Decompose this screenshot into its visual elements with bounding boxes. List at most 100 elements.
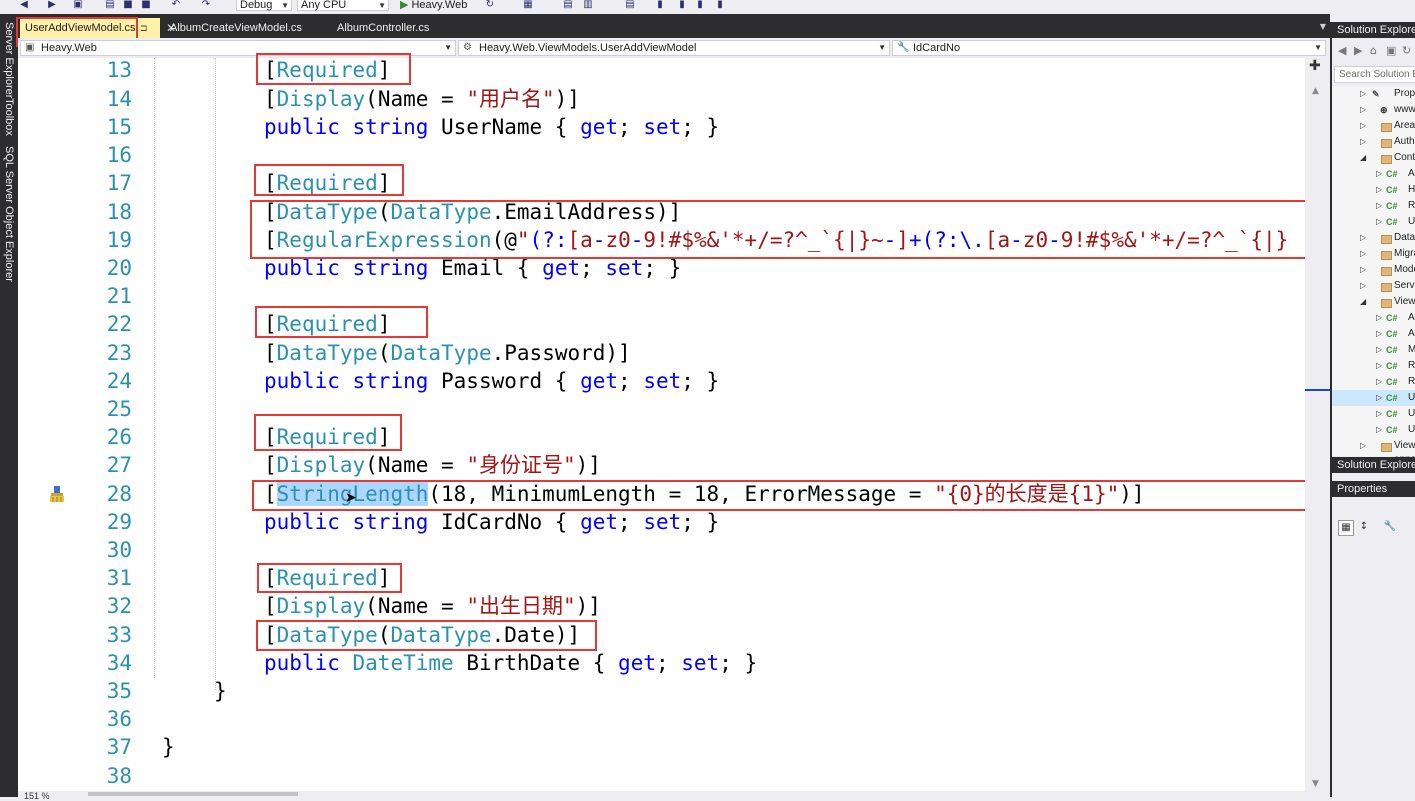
expand-icon[interactable]: ▷ bbox=[1360, 134, 1366, 150]
back-icon[interactable]: ◀ bbox=[1338, 44, 1346, 57]
folder-open-icon bbox=[1381, 299, 1392, 308]
expand-icon[interactable]: ▷ bbox=[1376, 310, 1382, 326]
solution-explorer-bottom-tab[interactable]: Solution Explorer bbox=[1332, 457, 1415, 473]
tree-item-cs-file[interactable]: ▷C#M bbox=[1332, 342, 1415, 358]
expand-icon[interactable]: ▷ bbox=[1376, 198, 1382, 214]
line-number: 19 bbox=[106, 228, 132, 252]
toolbox-tab[interactable]: Toolbox bbox=[3, 98, 15, 136]
scroll-down-icon[interactable]: ▼ bbox=[1312, 779, 1319, 789]
type-dropdown[interactable]: ⚙ Heavy.Web.ViewModels.UserAddViewModel ▼ bbox=[458, 40, 890, 56]
expand-icon[interactable]: ▷ bbox=[1376, 326, 1382, 342]
tree-item-controllers[interactable]: ◢Controllers bbox=[1332, 150, 1415, 166]
tree-item-data[interactable]: ▷ Data bbox=[1332, 230, 1415, 246]
tree-item-cs-file[interactable]: ▷ C# A bbox=[1332, 166, 1415, 182]
expand-icon[interactable]: ▷ bbox=[1376, 390, 1382, 406]
toolbar-tool-icon-3[interactable]: ▥ bbox=[582, 0, 594, 10]
tree-item-viewmodels[interactable]: ◢ViewModels bbox=[1332, 294, 1415, 310]
tree-item-cs-file[interactable]: ▷ C# R bbox=[1332, 374, 1415, 390]
tree-item-migrations[interactable]: ▷Migrations bbox=[1332, 246, 1415, 262]
expand-icon[interactable]: ▷ bbox=[1360, 278, 1366, 294]
collapse-icon[interactable]: ◢ bbox=[1360, 294, 1366, 310]
open-file-icon[interactable]: ▤ bbox=[104, 0, 116, 10]
toolbar-tool-icon-4[interactable]: ▤ bbox=[624, 0, 636, 10]
tab-albumcreateviewmodel[interactable]: AlbumCreateViewModel.cs bbox=[170, 18, 302, 38]
expand-icon[interactable]: ▷ bbox=[1376, 166, 1382, 182]
code-editor[interactable]: 13 14 15 16 17 18 19 20 21 22 23 24 25 2… bbox=[18, 58, 1305, 791]
forward-icon[interactable]: ▶ bbox=[1354, 44, 1362, 57]
configuration-dropdown[interactable]: Debug ▼ bbox=[236, 0, 292, 11]
expand-icon[interactable]: ▷ bbox=[1360, 246, 1366, 262]
save-all-icon[interactable]: ■ bbox=[140, 0, 152, 10]
expand-icon[interactable]: ▷ bbox=[1376, 406, 1382, 422]
tab-albumcontroller[interactable]: AlbumController.cs bbox=[337, 18, 429, 38]
bookmark-next-icon[interactable]: ▮ bbox=[694, 0, 706, 10]
expand-icon[interactable]: ▷ bbox=[1376, 214, 1382, 230]
platform-dropdown[interactable]: Any CPU ▼ bbox=[297, 0, 389, 11]
expand-icon[interactable]: ▷ bbox=[1376, 422, 1382, 438]
vertical-scrollbar[interactable]: ✚ ▲ ▼ bbox=[1305, 58, 1330, 791]
tab-list-dropdown-icon[interactable]: ▼ bbox=[1320, 22, 1326, 31]
tree-item-auth[interactable]: ▷ Auth bbox=[1332, 134, 1415, 150]
line-number: 17 bbox=[106, 171, 132, 195]
tree-item-cs-file[interactable]: ▷ C# U bbox=[1332, 214, 1415, 230]
solution-search-input[interactable]: Search Solution Explorer bbox=[1334, 66, 1415, 83]
bookmark-clear-icon[interactable]: ▮ bbox=[714, 0, 726, 10]
redo-icon[interactable]: ↷ bbox=[200, 0, 212, 10]
expand-icon[interactable]: ▷ bbox=[1360, 102, 1366, 118]
expand-icon[interactable]: ▷ bbox=[1360, 118, 1366, 134]
run-button[interactable]: ▶ Heavy.Web bbox=[400, 0, 467, 11]
expand-icon[interactable]: ▷ bbox=[1360, 86, 1366, 102]
split-window-icon[interactable]: ✚ bbox=[1309, 58, 1321, 74]
refresh-icon[interactable]: ↻ bbox=[484, 0, 496, 10]
tree-item-cs-file[interactable]: ▷ C# A bbox=[1332, 326, 1415, 342]
tree-item-cs-file[interactable]: ▷ C# U bbox=[1332, 422, 1415, 438]
folder-icon bbox=[1381, 443, 1392, 452]
undo-icon[interactable]: ↶ bbox=[170, 0, 182, 10]
tree-item-services[interactable]: ▷Services bbox=[1332, 278, 1415, 294]
expand-icon[interactable]: ▷ bbox=[1376, 342, 1382, 358]
home-icon[interactable]: ⌂ bbox=[1370, 44, 1377, 57]
new-project-icon[interactable]: ▣ bbox=[72, 0, 84, 10]
forward-icon[interactable]: ▶ bbox=[46, 0, 58, 10]
tree-item-cs-file[interactable]: ▷ C# H bbox=[1332, 182, 1415, 198]
indent-guide bbox=[215, 58, 216, 690]
save-icon[interactable]: ■ bbox=[122, 0, 134, 10]
toolbar-tool-icon[interactable]: ▦ bbox=[522, 0, 534, 10]
expand-icon[interactable]: ▷ bbox=[1376, 358, 1382, 374]
tree-item-cs-file-selected[interactable]: ▷ C# U bbox=[1332, 390, 1415, 406]
expand-icon[interactable]: ▷ bbox=[1376, 182, 1382, 198]
toolbar-tool-icon-2[interactable]: ▤ bbox=[562, 0, 574, 10]
expand-icon[interactable]: ▷ bbox=[1360, 230, 1366, 246]
chevron-down-icon: ▼ bbox=[281, 1, 289, 10]
refresh-icon[interactable]: ↻ bbox=[1402, 44, 1411, 57]
bookmark-icon[interactable]: ▮ bbox=[654, 0, 666, 10]
scroll-up-icon[interactable]: ▲ bbox=[1312, 86, 1319, 96]
server-explorer-tab[interactable]: Server Explorer bbox=[3, 22, 15, 98]
sql-server-object-explorer-tab[interactable]: SQL Server Object Explorer bbox=[3, 146, 15, 282]
bookmark-prev-icon[interactable]: ▮ bbox=[676, 0, 688, 10]
tree-item-cs-file[interactable]: ▷ C# R bbox=[1332, 358, 1415, 374]
line-number: 16 bbox=[106, 143, 132, 167]
tree-item-cs-file[interactable]: ▷ C# A bbox=[1332, 310, 1415, 326]
pin-icon[interactable]: ⊐ bbox=[140, 18, 148, 38]
horizontal-scroll-thumb[interactable] bbox=[88, 792, 298, 796]
sync-icon[interactable]: ▣ bbox=[1386, 44, 1396, 57]
expand-icon[interactable]: ▷ bbox=[1360, 262, 1366, 278]
back-icon[interactable]: ◀ bbox=[18, 0, 30, 10]
tree-item-cs-file[interactable]: ▷ C# U bbox=[1332, 406, 1415, 422]
property-pages-icon[interactable]: 🔧 bbox=[1382, 520, 1398, 536]
run-target-label: Heavy.Web bbox=[411, 0, 468, 11]
zoom-level[interactable]: 151 % bbox=[24, 791, 50, 801]
tree-item-areas[interactable]: ▷Areas bbox=[1332, 118, 1415, 134]
tree-item-wwwroot[interactable]: ▷⊕wwwroot bbox=[1332, 102, 1415, 118]
tree-item-cs-file[interactable]: ▷ C# R bbox=[1332, 198, 1415, 214]
categorized-icon[interactable]: ▦ bbox=[1338, 520, 1354, 536]
tree-item-models[interactable]: ▷Models bbox=[1332, 262, 1415, 278]
member-dropdown[interactable]: 🔧 IdCardNo ▼ bbox=[892, 40, 1326, 56]
expand-icon[interactable]: ▷ bbox=[1376, 374, 1382, 390]
alphabetical-icon[interactable]: ↕ bbox=[1356, 520, 1372, 536]
horizontal-scrollbar[interactable]: 151 % bbox=[18, 791, 1330, 801]
collapse-icon[interactable]: ◢ bbox=[1360, 150, 1366, 166]
line-number: 35 bbox=[106, 679, 132, 703]
tree-item-properties[interactable]: ▷✎Properties bbox=[1332, 86, 1415, 102]
